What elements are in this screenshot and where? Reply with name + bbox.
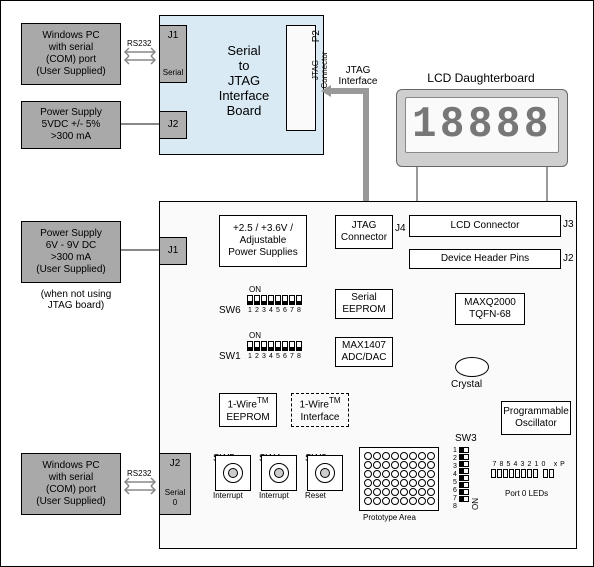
main-j2-serial-conn: J2 Serial0 [159,453,191,515]
sw6-label: SW6 [219,305,241,316]
psu2-wire [121,249,159,251]
onewire-eeprom: 1-WireTM EEPROM [219,393,277,427]
rs232-label-bot: RS232 [127,469,151,478]
onewire-eeprom-1: 1-Wire [227,400,256,411]
crystal [455,357,489,377]
proto-area [359,447,439,511]
j4-conn: JTAGConnector [335,215,393,249]
prog-osc: ProgrammableOscillator [501,401,571,435]
lcd-digits: 18888 [412,100,552,150]
device-header-text: Device Header Pins [441,253,529,265]
psu1-text: Power Supply5VDC +/- 5%>300 mA [40,107,102,143]
sw2-sub: Reset [305,491,326,500]
psu1-box: Power Supply5VDC +/- 5%>300 mA [21,101,121,149]
serial-eeprom-text: SerialEEPROM [342,292,385,316]
sw3-dip: 1234 5678 ON [453,447,480,510]
j4-conn-text: JTAGConnector [341,220,387,244]
jtag-j2-conn: J2 [159,111,187,139]
psu2-box: Power Supply6V - 9V DC>300 mA(User Suppl… [21,221,121,283]
device-header: Device Header Pins [409,249,561,269]
prog-osc-text: ProgrammableOscillator [503,406,569,430]
psu-block: +2.5 / +3.6V /AdjustablePower Supplies [219,215,307,267]
jtag-j1: J1 [168,30,179,42]
psu2-text: Power Supply6V - 9V DC>300 mA(User Suppl… [36,228,105,276]
psu-block-text: +2.5 / +3.6V /AdjustablePower Supplies [228,223,297,259]
jtag-j1-sub: Serial [163,68,183,78]
j4-label: J4 [395,223,406,234]
psu2-note: (when not usingJTAG board) [31,289,121,311]
lcd-connector: LCD Connector [409,215,561,237]
j2-hdr-label: J2 [563,253,574,264]
led-bank-wrap: 78 54 32 10 xP [491,461,566,478]
main-j1: J1 [168,245,179,257]
onewire-eeprom-2: EEPROM [226,412,269,424]
onewire-if-1: 1-Wire [299,400,328,411]
lcd-screen: 18888 [405,97,559,153]
max1407-text: MAX1407ADC/DAC [341,340,386,364]
sw4-sub: Interrupt [259,491,289,500]
sw1-on: ON [249,331,261,340]
pc1-box: Windows PCwith serial(COM) port(User Sup… [21,23,121,85]
tm2: TM [329,396,341,405]
main-j2-serial: J2 [170,458,181,470]
serial-eeprom: SerialEEPROM [335,289,393,319]
lcd-title: LCD Daughterboard [421,71,541,85]
max1407: MAX1407ADC/DAC [335,337,393,367]
proto-grid [364,452,435,505]
pc1-text: Windows PCwith serial(COM) port(User Sup… [36,30,105,78]
onewire-interface: 1-WireTM Interface [291,393,349,427]
sw5-sub: Interrupt [213,491,243,500]
sw2-wrap: SW2 Reset [305,453,345,491]
crystal-label: Crystal [451,379,482,390]
port0-label: Port 0 LEDs [505,489,548,498]
pc2-text: Windows PCwith serial(COM) port(User Sup… [36,460,105,508]
jtag-interface-arrow [321,81,381,221]
sw6-on: ON [249,285,261,294]
sw5-wrap: SW5 Interrupt [213,453,253,491]
proto-label: Prototype Area [363,513,416,522]
maxq2000: MAXQ2000TQFN-68 [455,293,525,325]
sw3-on: ON [471,447,480,510]
lcd-connector-text: LCD Connector [451,220,520,232]
sw4-wrap: SW4 Interrupt [259,453,299,491]
rs232-label-top: RS232 [127,39,151,48]
jtag-j2: J2 [168,119,179,131]
jtag-board-title: SerialtoJTAGInterfaceBoard [209,43,279,118]
tm1: TM [257,396,269,405]
jtag-j1-conn: J1 Serial [159,25,187,83]
onewire-if-2: Interface [301,412,340,424]
sw1-label: SW1 [219,351,241,362]
sw3-label: SW3 [455,433,477,444]
maxq2000-text: MAXQ2000TQFN-68 [464,297,516,321]
pc2-box: Windows PCwith serial(COM) port(User Sup… [21,453,121,515]
main-serial0: Serial0 [165,488,185,507]
psu1-wire [121,123,159,125]
main-j1-conn: J1 [159,237,187,265]
j3-label: J3 [563,219,574,230]
